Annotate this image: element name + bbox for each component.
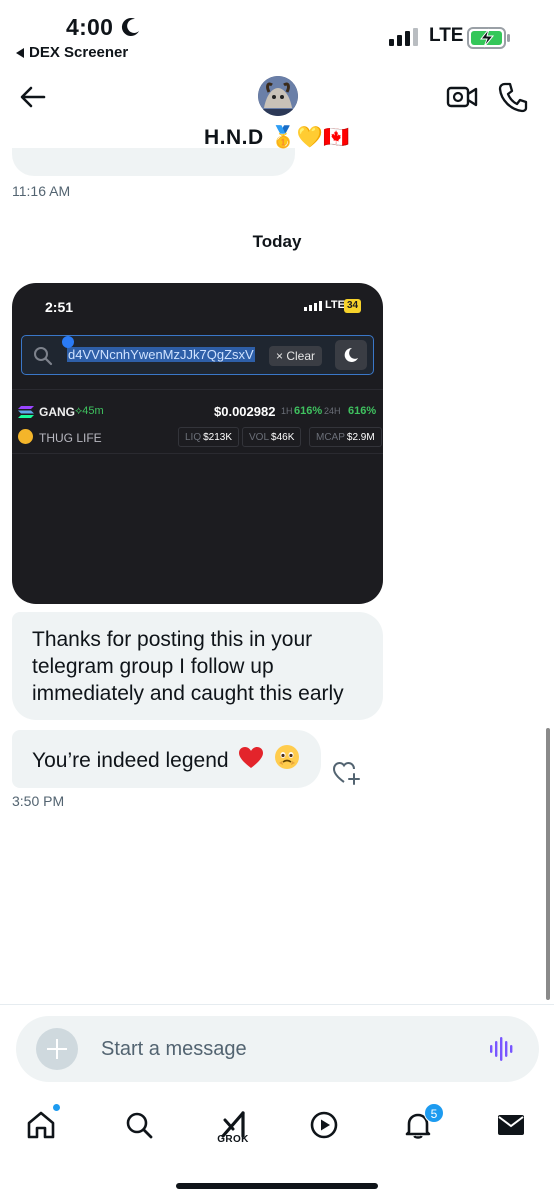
back-triangle-icon [16,47,24,58]
scrollbar[interactable] [546,728,550,1000]
shot-token-age-value: 45m [82,405,104,417]
tab-search[interactable] [118,1104,158,1148]
shot-24h-change: 616% [348,405,377,417]
shot-search-icon [34,347,53,366]
envelope-icon [498,1115,524,1135]
shot-signal-icon [304,301,322,311]
message-timestamp: 3:50 PM [12,793,65,809]
add-media-button[interactable] [36,1028,78,1070]
shot-token-age: ⟡45m [75,405,104,417]
shot-token-name: THUG LIFE [39,431,102,445]
tab-video[interactable] [303,1104,343,1148]
shot-token-symbol: GANG [39,405,75,419]
moon-icon [121,18,139,37]
shot-mcap-value: $2.9M [346,432,375,443]
shot-token-row-bottom: THUG LIFE LIQ $213K VOL $46K MCAP $2.9M [18,427,382,447]
voice-message-icon[interactable] [489,1036,517,1062]
shot-clear-button: × Clear [269,346,323,366]
message-bubble[interactable]: Thanks for posting this in your telegram… [12,612,383,720]
signal-icon [389,28,418,46]
network-label: LTE [429,25,464,46]
shot-token-row-top: GANG ⟡45m $0.002982 1H 616% 24H 616% [18,404,378,422]
shot-liq-value: $213K [203,432,233,443]
play-circle-icon [310,1111,338,1139]
day-separator: Today [252,232,302,251]
composer-divider [0,1004,554,1005]
shot-liq-label: LIQ [185,432,202,443]
phone-call-icon[interactable] [498,81,528,113]
message-timestamp: 11:16 AM [12,183,71,199]
shot-1h-label: 1H [281,406,293,416]
bottom-tab-bar [0,1100,554,1160]
status-time: 4:00 [66,14,114,40]
status-bar: 4:00 DEX Screener LTE [0,0,554,70]
shot-theme-toggle [335,340,367,370]
home-icon [27,1111,55,1139]
solana-icon [18,406,34,418]
message-text: Thanks for posting this in your telegram… [32,628,344,705]
grok-label: GROK [217,1134,249,1145]
back-app-label: DEX Screener [29,44,129,61]
shot-network-label: LTE [325,299,345,311]
contact-avatar[interactable] [258,76,298,116]
shot-divider-2 [12,453,383,454]
notification-count-badge: 5 [424,1103,444,1123]
message-text: You’re indeed legend [32,749,229,772]
shot-text-cursor-handle [62,336,74,348]
shot-moon-icon [344,347,358,362]
contact-name[interactable]: H.N.D 🥇💛🇨🇦 [0,126,554,150]
message-bubble[interactable]: You’re indeed legend [12,730,321,788]
shot-liq-pill: LIQ $213K [178,427,240,447]
face-holding-back-tears-emoji [275,745,300,769]
red-heart-emoji [239,747,264,768]
search-icon [126,1112,153,1139]
shot-1h-change: 616% [294,405,323,417]
tab-messages[interactable] [490,1104,530,1148]
conversation-header: H.N.D 🥇💛🇨🇦 [0,70,554,162]
shot-vol-value: $46K [271,432,295,443]
battery-charging-icon [467,27,510,49]
shot-token-price: $0.002982 [214,404,276,419]
add-reaction-icon[interactable] [332,760,362,786]
shot-search-text: d4VVNcnhYwenMzJJk7QgZsxV [67,347,255,362]
shot-divider [12,389,383,390]
shot-vol-label: VOL [249,432,270,443]
home-indicator[interactable] [176,1183,378,1189]
shot-mcap-pill: MCAP $2.9M [309,427,382,447]
back-to-app-link[interactable]: DEX Screener [16,44,128,61]
video-call-icon[interactable] [446,82,478,112]
back-arrow-icon[interactable] [18,82,48,112]
shot-mcap-label: MCAP [316,432,345,443]
message-input[interactable] [101,1034,471,1064]
shot-search-box: d4VVNcnhYwenMzJJk7QgZsxV × Clear [21,335,374,375]
message-composer [16,1016,539,1082]
shot-24h-label: 24H [324,406,341,416]
shared-screenshot-image[interactable]: 2:51 LTE 34 d4VVNcnhYwenMzJJk7QgZsxV × C… [12,283,383,604]
shot-status-time: 2:51 [45,299,74,315]
home-new-content-dot [52,1103,61,1112]
shot-vol-pill: VOL $46K [242,427,302,447]
shot-battery-badge: 34 [344,299,362,313]
token-logo-icon [18,429,33,444]
